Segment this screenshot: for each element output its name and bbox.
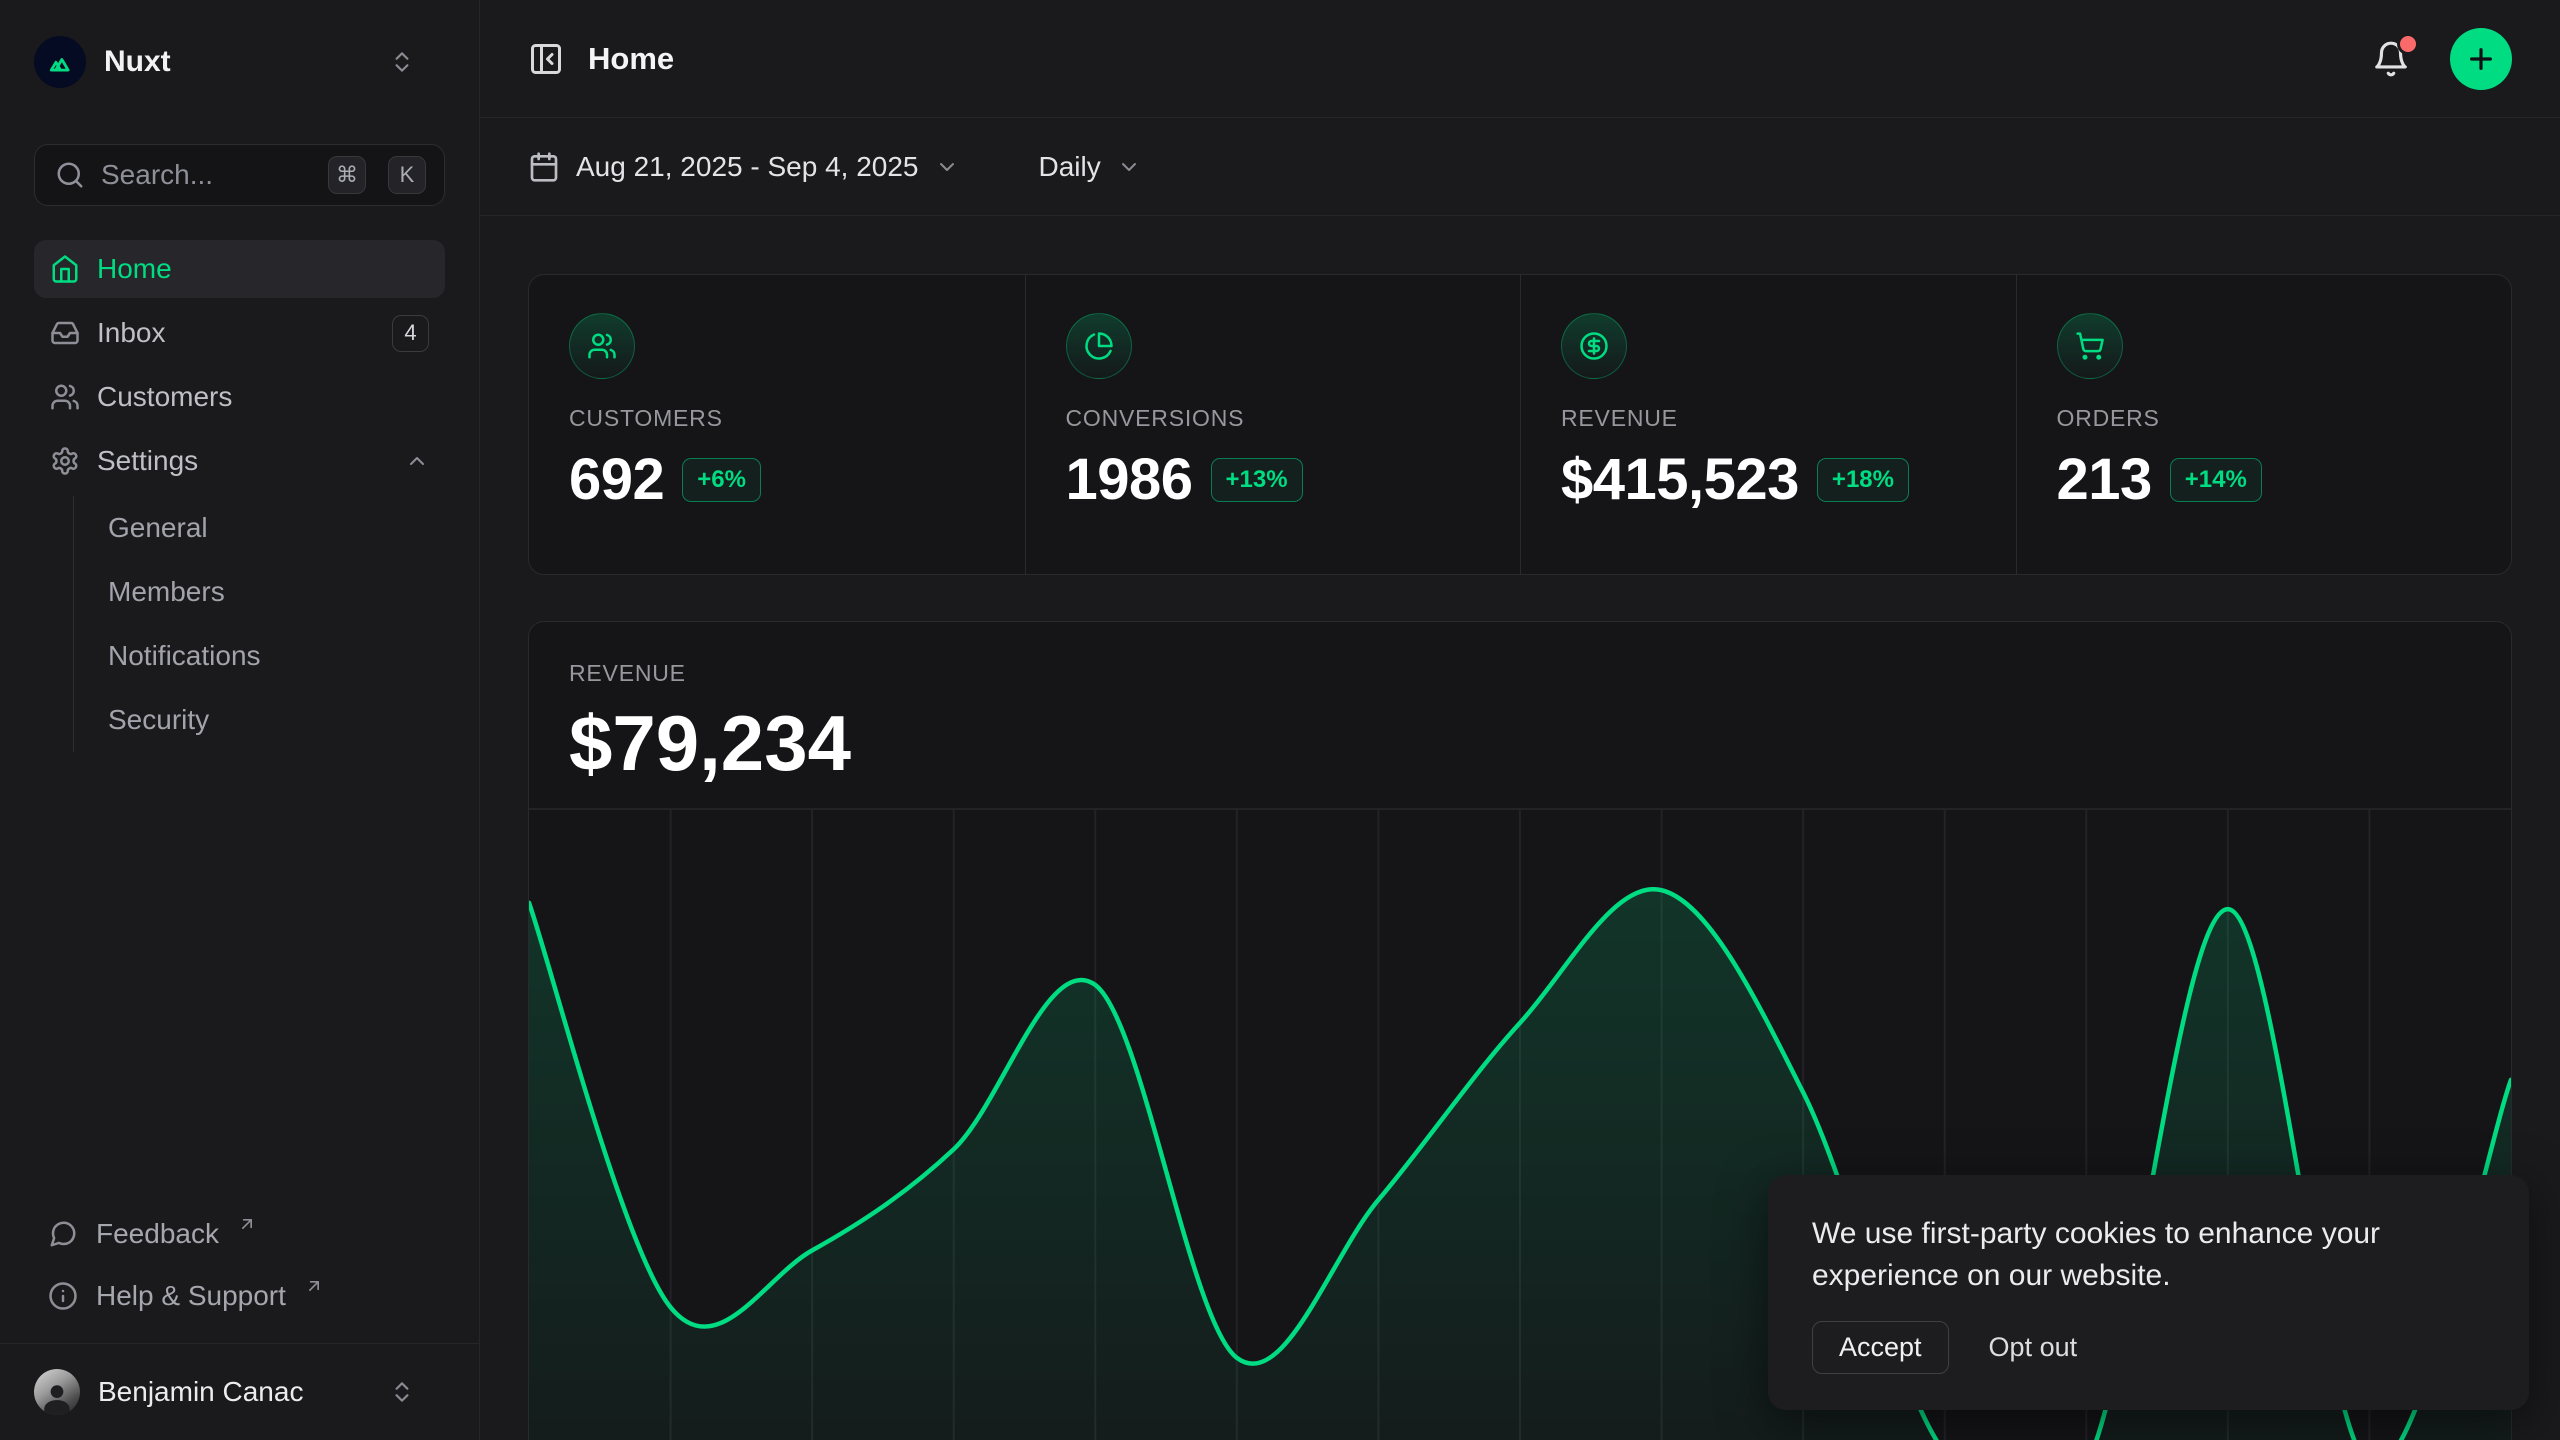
search-box[interactable]: ⌘ K xyxy=(34,144,445,206)
stat-label: CONVERSIONS xyxy=(1066,405,1481,432)
chevron-down-icon xyxy=(1117,155,1141,179)
sidebar-item-feedback[interactable]: Feedback xyxy=(34,1203,445,1265)
workspace-switcher[interactable]: Nuxt xyxy=(34,34,445,90)
stat-orders: ORDERS 213 +14% xyxy=(2016,275,2512,574)
stat-label: REVENUE xyxy=(1561,405,1976,432)
kbd-command: ⌘ xyxy=(328,156,366,194)
chevrons-up-down-icon xyxy=(389,1379,415,1405)
collapse-sidebar-button[interactable] xyxy=(514,27,578,91)
granularity-select[interactable]: Daily xyxy=(1025,151,1155,183)
revenue-chart-value: $79,234 xyxy=(569,700,2471,786)
stat-value: 213 xyxy=(2057,446,2152,513)
sidebar-nav: Home Inbox 4 Customers Settings xyxy=(34,240,445,752)
sidebar-item-label: Inbox xyxy=(97,317,166,349)
stat-label: CUSTOMERS xyxy=(569,405,985,432)
sidebar-item-customers[interactable]: Customers xyxy=(34,368,445,426)
sidebar-item-label: Home xyxy=(97,253,172,285)
filters-toolbar: Aug 21, 2025 - Sep 4, 2025 Daily xyxy=(480,118,2560,216)
sidebar-footer-nav: Feedback Help & Support xyxy=(34,1203,445,1327)
settings-subnav: General Members Notifications Security xyxy=(73,496,445,752)
top-header: Home xyxy=(480,0,2560,118)
stat-delta-badge: +6% xyxy=(682,458,761,502)
page-title: Home xyxy=(588,41,674,77)
circle-dollar-icon xyxy=(1561,313,1627,379)
inbox-icon xyxy=(50,318,80,348)
users-icon xyxy=(50,382,80,412)
search-icon xyxy=(55,160,85,190)
app-root: Nuxt ⌘ K Home Inbo xyxy=(0,0,2560,1440)
granularity-label: Daily xyxy=(1039,151,1101,183)
gear-icon xyxy=(50,446,80,476)
chevrons-up-down-icon xyxy=(389,49,415,75)
sidebar-subitem-general[interactable]: General xyxy=(74,496,445,560)
external-link-icon xyxy=(237,1214,257,1234)
sidebar-item-home[interactable]: Home xyxy=(34,240,445,298)
add-button[interactable] xyxy=(2450,28,2512,90)
user-menu[interactable]: Benjamin Canac xyxy=(0,1344,479,1440)
chevron-up-icon xyxy=(405,449,429,473)
date-range-picker[interactable]: Aug 21, 2025 - Sep 4, 2025 xyxy=(514,151,973,183)
sidebar-item-label: Settings xyxy=(97,445,198,477)
header-actions xyxy=(2366,28,2512,90)
stat-value: 692 xyxy=(569,446,664,513)
notification-dot xyxy=(2400,36,2416,52)
cookie-optout-button[interactable]: Opt out xyxy=(1989,1332,2078,1363)
message-bubble-icon xyxy=(48,1219,78,1249)
sidebar-item-label: Help & Support xyxy=(96,1280,286,1312)
external-link-icon xyxy=(304,1276,324,1296)
chevron-down-icon xyxy=(935,155,959,179)
sidebar-subitem-notifications[interactable]: Notifications xyxy=(74,624,445,688)
cookie-message: We use first-party cookies to enhance yo… xyxy=(1812,1213,2442,1297)
user-name: Benjamin Canac xyxy=(98,1376,303,1408)
stat-label: ORDERS xyxy=(2057,405,2472,432)
nuxt-logo-icon xyxy=(34,36,86,88)
revenue-chart-header: REVENUE $79,234 xyxy=(529,622,2511,786)
sidebar-item-label: Customers xyxy=(97,381,232,413)
user-avatar xyxy=(34,1369,80,1415)
sidebar-item-inbox[interactable]: Inbox 4 xyxy=(34,304,445,362)
stat-value: 1986 xyxy=(1066,446,1193,513)
stat-delta-badge: +13% xyxy=(1211,458,1303,502)
users-icon xyxy=(569,313,635,379)
sidebar-item-help-support[interactable]: Help & Support xyxy=(34,1265,445,1327)
inbox-count-badge: 4 xyxy=(392,315,429,352)
kbd-k: K xyxy=(388,156,426,194)
sidebar-item-settings[interactable]: Settings xyxy=(34,432,445,490)
cookie-accept-button[interactable]: Accept xyxy=(1812,1321,1949,1374)
sidebar-subitem-members[interactable]: Members xyxy=(74,560,445,624)
date-range-label: Aug 21, 2025 - Sep 4, 2025 xyxy=(576,151,919,183)
info-circle-icon xyxy=(48,1281,78,1311)
panel-left-close-icon xyxy=(528,41,564,77)
stat-conversions: CONVERSIONS 1986 +13% xyxy=(1025,275,1521,574)
stat-delta-badge: +18% xyxy=(1817,458,1909,502)
stats-row: CUSTOMERS 692 +6% CONVERSIONS 1986 +13% xyxy=(528,274,2512,575)
workspace-name: Nuxt xyxy=(104,45,171,79)
notifications-button[interactable] xyxy=(2366,34,2416,84)
stat-revenue: REVENUE $415,523 +18% xyxy=(1520,275,2016,574)
cookie-actions: Accept Opt out xyxy=(1812,1321,2485,1374)
sidebar-subitem-security[interactable]: Security xyxy=(74,688,445,752)
stat-delta-badge: +14% xyxy=(2170,458,2262,502)
stat-value: $415,523 xyxy=(1561,446,1799,513)
cookie-banner: We use first-party cookies to enhance yo… xyxy=(1768,1175,2529,1410)
calendar-icon xyxy=(528,151,560,183)
pie-chart-icon xyxy=(1066,313,1132,379)
stat-customers: CUSTOMERS 692 +6% xyxy=(529,275,1025,574)
sidebar: Nuxt ⌘ K Home Inbo xyxy=(0,0,480,1440)
sidebar-item-label: Feedback xyxy=(96,1218,219,1250)
shopping-cart-icon xyxy=(2057,313,2123,379)
home-icon xyxy=(50,254,80,284)
plus-icon xyxy=(2465,43,2497,75)
revenue-chart-label: REVENUE xyxy=(569,660,2471,686)
search-input[interactable] xyxy=(101,159,312,191)
